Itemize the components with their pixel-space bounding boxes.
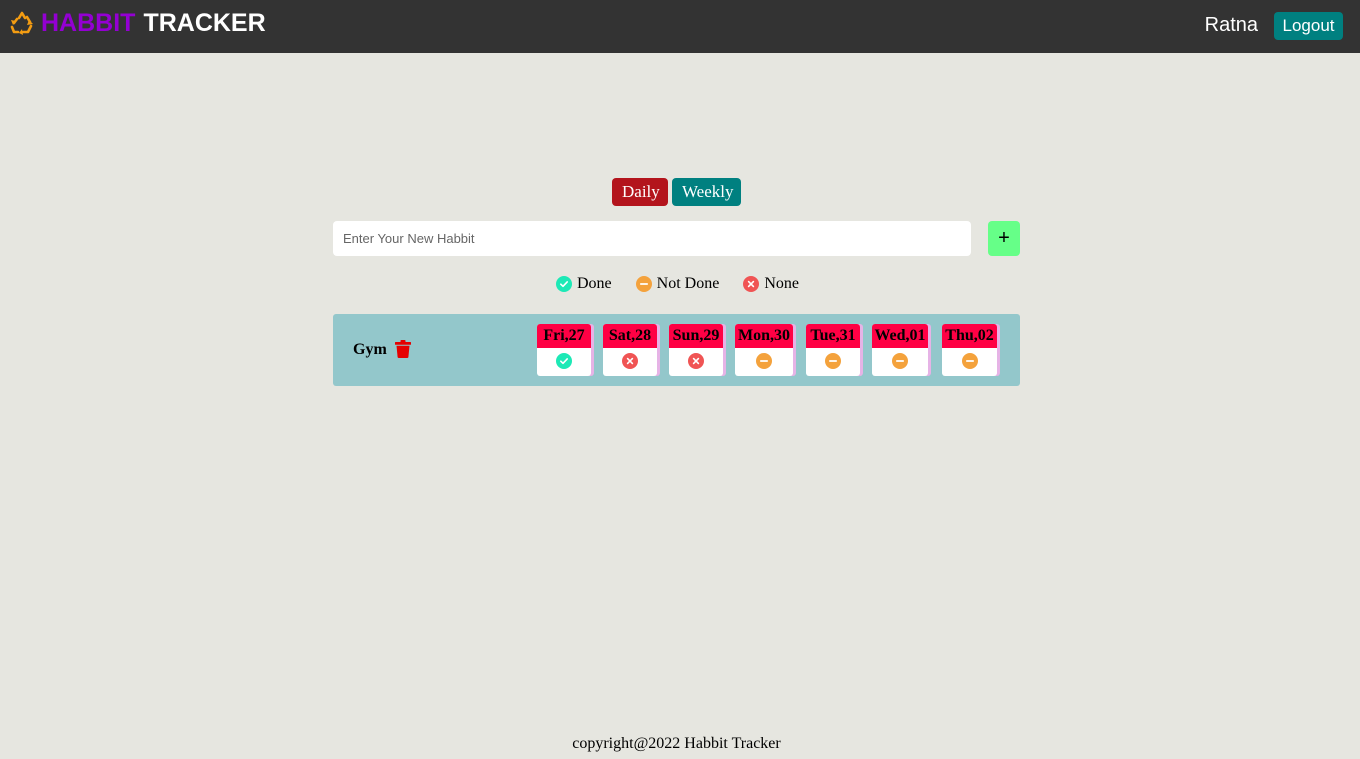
legend-done: Done [556, 275, 612, 293]
day-card-sat[interactable]: Sat,28 [603, 324, 657, 376]
day-card-sun[interactable]: Sun,29 [669, 324, 723, 376]
tab-daily[interactable]: Daily [612, 178, 668, 206]
day-card-fri[interactable]: Fri,27 [537, 324, 591, 376]
x-circle-icon [622, 353, 638, 369]
add-habit-button[interactable]: + [988, 221, 1020, 256]
minus-circle-icon [961, 353, 978, 369]
status-legend: Done Not Done None [556, 275, 799, 293]
day-label: Wed,01 [872, 324, 928, 348]
day-card-mon[interactable]: Mon,30 [735, 324, 793, 376]
check-circle-icon [556, 276, 572, 292]
day-label: Sun,29 [669, 324, 723, 348]
new-habit-input[interactable] [333, 221, 971, 256]
minus-circle-icon [756, 353, 772, 369]
trash-icon[interactable] [395, 340, 411, 358]
day-label: Mon,30 [735, 324, 793, 348]
legend-none-label: None [764, 275, 799, 292]
day-card-tue[interactable]: Tue,31 [806, 324, 860, 376]
logout-button[interactable]: Logout [1274, 12, 1343, 40]
tab-weekly[interactable]: Weekly [672, 178, 741, 206]
user-name: Ratna [1204, 14, 1258, 36]
x-circle-icon [688, 353, 704, 369]
day-label: Fri,27 [537, 324, 591, 348]
day-card-wed[interactable]: Wed,01 [872, 324, 928, 376]
legend-not-done: Not Done [635, 275, 720, 293]
check-circle-icon [556, 353, 572, 369]
day-label: Sat,28 [603, 324, 657, 348]
brand-title-part2: TRACKER [143, 9, 266, 37]
day-label: Tue,31 [806, 324, 860, 348]
footer-copyright: copyright@2022 Habbit Tracker [572, 735, 781, 752]
brand[interactable]: HABBIT TRACKER [10, 9, 266, 37]
day-card-thu[interactable]: Thu,02 [942, 324, 997, 376]
legend-not-done-label: Not Done [656, 275, 720, 292]
habit-row: Gym Fri,27 Sat,28 Sun,29 Mon,30 Tue,31 W… [333, 314, 1020, 386]
minus-circle-icon [825, 353, 841, 369]
legend-none: None [743, 275, 799, 293]
day-label: Thu,02 [942, 324, 997, 348]
recycle-icon [10, 11, 33, 35]
legend-done-label: Done [577, 275, 612, 292]
x-circle-icon [743, 276, 760, 292]
minus-circle-icon [635, 276, 652, 292]
navbar: HABBIT TRACKER Ratna Logout [0, 0, 1360, 53]
minus-circle-icon [892, 353, 908, 369]
view-tabs: Daily Weekly [612, 178, 741, 206]
brand-title-part1: HABBIT [41, 9, 136, 37]
habit-name: Gym [353, 341, 387, 358]
